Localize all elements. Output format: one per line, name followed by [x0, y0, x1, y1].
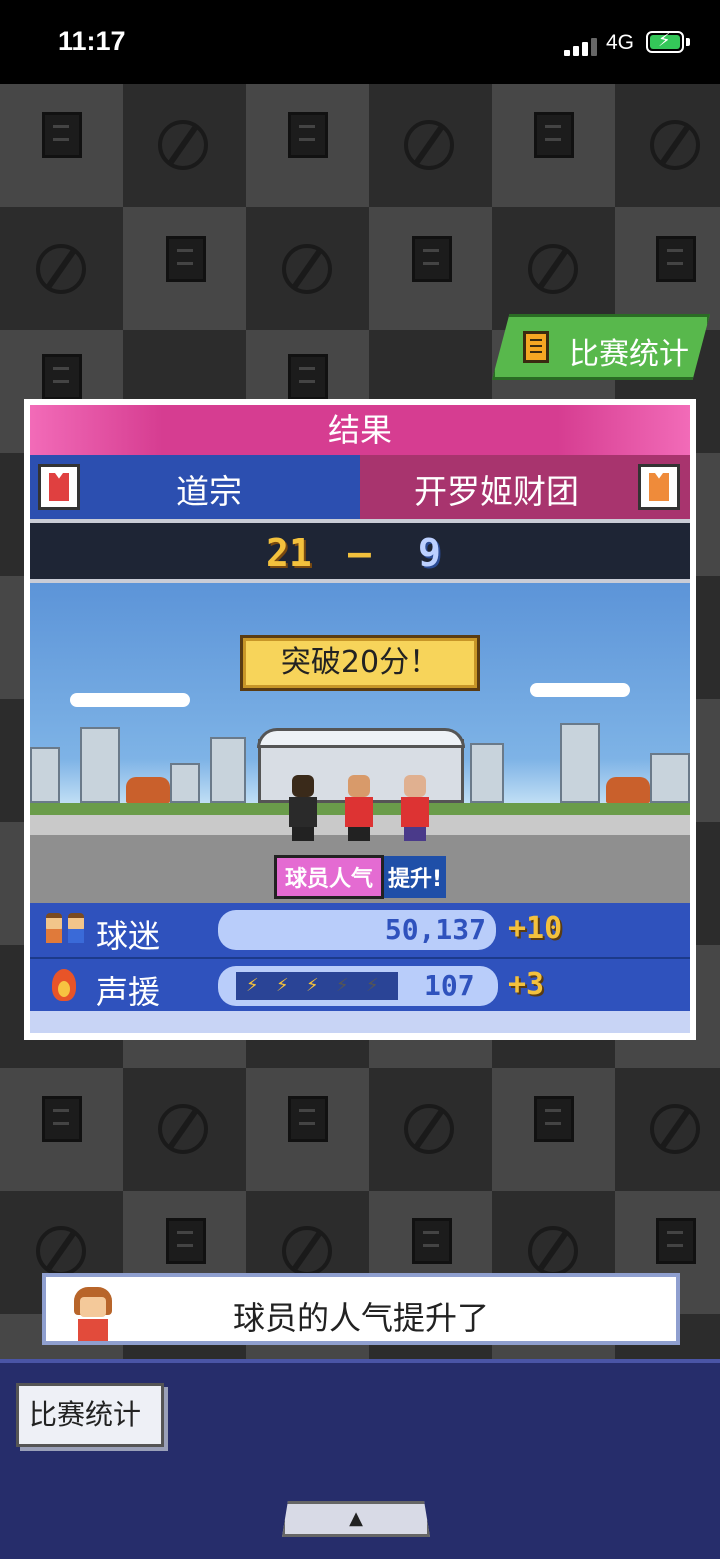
panel-footer	[30, 1011, 690, 1033]
chevron-up-icon: ▲	[349, 1508, 363, 1529]
popularity-label: 球员人气	[274, 855, 385, 899]
score-separator: –	[348, 531, 371, 575]
robot-icon	[288, 354, 328, 400]
cloud	[530, 683, 630, 697]
basketball-icon	[404, 120, 454, 170]
cheer-meter: ⚡ ⚡ ⚡ ⚡ ⚡	[218, 966, 414, 1006]
message-text: 球员的人气提升了	[232, 1299, 489, 1337]
match-stats-button-bottom[interactable]: 比赛统计	[16, 1383, 164, 1447]
match-stats-label: 比赛统计	[569, 337, 689, 372]
fans-row: 球迷 50,137 +10	[30, 903, 690, 957]
basketball-icon	[158, 1104, 208, 1154]
cloud	[70, 693, 190, 707]
basketball-icon	[282, 244, 332, 294]
robot-icon	[412, 236, 452, 282]
match-stats-button-top[interactable]: 比赛统计	[492, 314, 710, 380]
bottom-tray: 比赛统计 ▲	[0, 1359, 720, 1559]
cheer-bolt-icon: ⚡	[306, 975, 319, 996]
basketball-icon	[36, 1226, 86, 1276]
cheer-level-bar: ⚡ ⚡ ⚡ ⚡ ⚡	[236, 972, 398, 1000]
cheer-bolt-icon: ⚡	[276, 975, 289, 996]
robot-icon	[166, 236, 206, 282]
robot-icon	[42, 354, 82, 400]
fans-delta: +10	[508, 911, 563, 946]
network-type: 4G	[606, 31, 635, 54]
basketball-icon	[36, 244, 86, 294]
player-sprite	[398, 775, 432, 841]
robot-icon	[534, 1096, 574, 1142]
result-panel: 结果 道宗 开罗姬财团 21 – 9 突破20分！ 球员人气 提升! 球迷 50…	[24, 399, 696, 1040]
home-jersey-icon	[38, 464, 80, 510]
cheer-bolt-icon: ⚡	[246, 975, 259, 996]
signal-icon	[564, 36, 598, 56]
robot-icon	[42, 1096, 82, 1142]
cheer-bolt-icon: ⚡	[366, 975, 379, 996]
cheer-row: 声援 ⚡ ⚡ ⚡ ⚡ ⚡ 107 +3	[30, 957, 690, 1011]
tree	[126, 777, 170, 803]
tree	[606, 777, 650, 803]
milestone-banner: 突破20分！	[240, 635, 480, 691]
away-team-name: 开罗姬财团	[414, 472, 579, 511]
home-score: 21	[266, 531, 312, 575]
fans-value: 50,137	[384, 913, 486, 946]
battery-cap	[686, 38, 690, 46]
away-jersey-icon	[638, 464, 680, 510]
basketball-icon	[158, 120, 208, 170]
popularity-up-popup: 球员人气 提升!	[274, 855, 447, 899]
document-icon	[523, 331, 549, 363]
result-title: 结果	[30, 405, 690, 455]
basketball-icon	[650, 1104, 700, 1154]
robot-icon	[656, 1218, 696, 1264]
basketball-icon	[650, 120, 700, 170]
cheer-value-box: 107	[414, 966, 498, 1006]
away-score: 9	[418, 531, 441, 575]
battery-icon: ⚡	[646, 30, 684, 53]
building	[650, 753, 690, 803]
player-sprite	[342, 775, 376, 841]
flame-icon	[42, 969, 90, 1003]
message-box: 球员的人气提升了	[42, 1273, 680, 1345]
fans-value-box: 50,137	[218, 910, 496, 950]
building	[560, 723, 600, 803]
fans-icon	[42, 913, 90, 947]
cheer-bolt-icon: ⚡	[336, 975, 349, 996]
home-team-name: 道宗	[176, 472, 242, 511]
building	[210, 737, 246, 803]
robot-icon	[288, 112, 328, 158]
building	[80, 727, 120, 803]
teams-bar: 道宗 开罗姬财团	[30, 455, 690, 519]
cheer-label: 声援	[96, 973, 161, 1011]
cheer-delta: +3	[508, 967, 545, 1002]
away-team: 开罗姬财团	[360, 455, 690, 519]
status-bar: 11:17 4G ⚡	[0, 0, 720, 84]
robot-icon	[166, 1218, 206, 1264]
fans-label: 球迷	[96, 917, 161, 955]
robot-icon	[534, 112, 574, 158]
popularity-up-label: 提升!	[384, 856, 447, 898]
building	[170, 763, 200, 803]
cheer-value: 107	[424, 969, 475, 1002]
player-sprite	[286, 775, 320, 841]
building	[30, 747, 60, 803]
expand-tray-button[interactable]: ▲	[282, 1501, 430, 1537]
clock: 11:17	[58, 26, 126, 56]
basketball-icon	[528, 244, 578, 294]
robot-icon	[42, 112, 82, 158]
scoreboard: 21 – 9	[30, 519, 690, 583]
home-team: 道宗	[30, 455, 360, 519]
building	[470, 743, 504, 803]
robot-icon	[656, 236, 696, 282]
basketball-icon	[404, 1104, 454, 1154]
robot-icon	[412, 1218, 452, 1264]
basketball-icon	[528, 1226, 578, 1276]
robot-icon	[288, 1096, 328, 1142]
basketball-icon	[282, 1226, 332, 1276]
